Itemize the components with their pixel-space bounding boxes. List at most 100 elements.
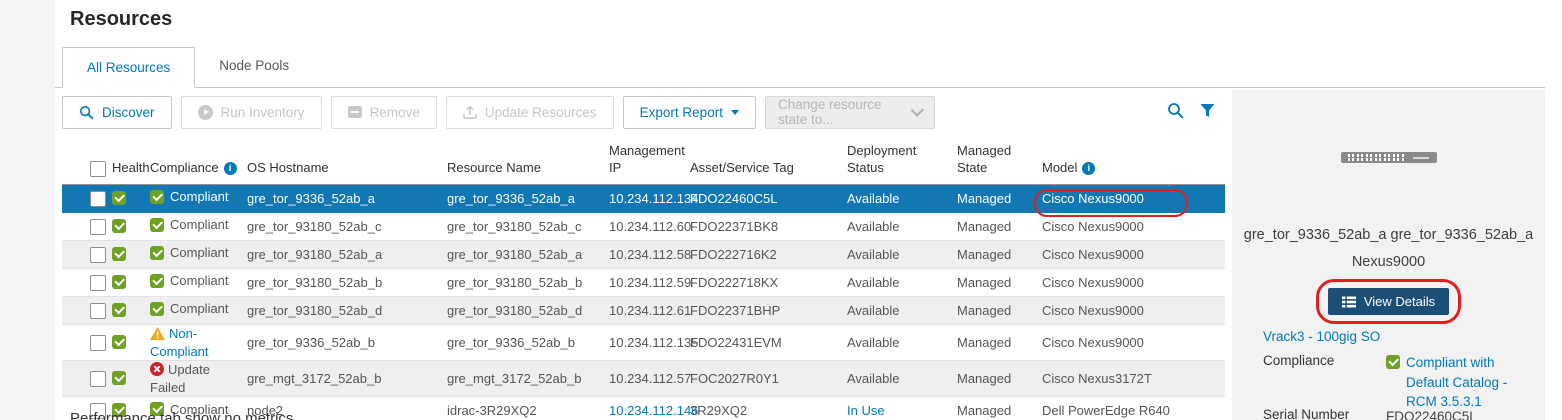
toolbar: Discover Run Inventory Remove Update Res… — [62, 95, 1225, 129]
page-title: Resources — [70, 8, 172, 31]
asset-tag-cell: 3R29XQ2 — [690, 402, 847, 420]
row-checkbox[interactable] — [90, 371, 106, 387]
info-icon[interactable]: i — [224, 162, 237, 175]
table-search-icon[interactable] — [1167, 102, 1184, 119]
row-checkbox[interactable] — [90, 219, 106, 235]
compliance-catalog-link[interactable]: Compliant with Default Catalog - RCM 3.5… — [1406, 353, 1541, 412]
update-resources-button[interactable]: Update Resources — [446, 96, 614, 129]
change-resource-state-select[interactable]: Change resource state to... — [765, 96, 935, 129]
row-checkbox-cell — [62, 247, 112, 263]
table-row[interactable]: Compliantgre_tor_93180_52ab_bgre_tor_931… — [62, 269, 1225, 297]
tab-all-resources[interactable]: All Resources — [62, 47, 195, 88]
table-header-row: HealthCompliance i OS HostnameResource Nam… — [62, 133, 1225, 185]
management-ip-cell: 10.234.112.59 — [609, 274, 690, 292]
management-ip-cell: 10.234.112.58 — [609, 246, 690, 264]
asset-tag-cell: FDO22371BHP — [690, 302, 847, 320]
left-gutter — [0, 0, 55, 420]
table-row[interactable]: Compliantgre_tor_9336_52ab_agre_tor_9336… — [62, 185, 1225, 213]
compliance-header[interactable]: Compliance i — [150, 159, 247, 177]
rack-link[interactable]: Vrack3 - 100gig SO — [1263, 329, 1380, 344]
managed-state-cell: Managed — [957, 334, 1042, 352]
resource-name-cell: gre_tor_93180_52ab_c — [447, 218, 609, 236]
managed-state-cell: Managed — [957, 370, 1042, 388]
table-row[interactable]: Compliantgre_tor_93180_52ab_cgre_tor_931… — [62, 213, 1225, 241]
table-row[interactable]: Compliantgre_tor_93180_52ab_dgre_tor_931… — [62, 297, 1225, 325]
hostname-header[interactable]: OS Hostname — [247, 159, 447, 177]
ip-header[interactable]: Management IP — [609, 142, 690, 177]
compliance-text: Compliant — [170, 188, 229, 206]
os-hostname-cell: gre_tor_93180_52ab_b — [247, 274, 447, 292]
compliance-text: Compliant — [170, 216, 229, 234]
info-icon[interactable]: i — [1082, 162, 1095, 175]
compliance-row: Compliance Compliant with Default Catalo… — [1263, 353, 1541, 412]
compliance-cell: Compliant — [150, 244, 247, 264]
health-ok-icon — [112, 303, 126, 317]
tag-header[interactable]: Asset/Service Tag — [690, 159, 847, 177]
deployment-status-cell: Available — [847, 246, 957, 264]
row-checkbox[interactable] — [90, 335, 106, 351]
health-cell — [112, 302, 150, 320]
deploy-header[interactable]: Deployment Status — [847, 142, 957, 177]
managed-state-cell: Managed — [957, 190, 1042, 208]
table-row[interactable]: Update Failedgre_mgt_3172_52ab_bgre_mgt_… — [62, 361, 1225, 397]
model-text: Cisco Nexus9000 — [1042, 303, 1144, 318]
deployment-status-cell-link[interactable]: In Use — [847, 403, 885, 418]
health-cell — [112, 218, 150, 236]
warning-triangle-icon — [150, 327, 165, 340]
management-ip-cell: 10.234.112.134 — [609, 190, 690, 208]
run-inventory-button[interactable]: Run Inventory — [181, 96, 322, 129]
asset-tag-cell: FDO222716K2 — [690, 246, 847, 264]
compliance-ok-icon — [150, 274, 164, 288]
tab-bar: All Resources Node Pools — [55, 46, 1545, 88]
management-ip-cell-link[interactable]: 10.234.112.146 — [609, 403, 698, 418]
compliance-header-label: Compliance — [150, 159, 219, 177]
row-checkbox[interactable] — [90, 303, 106, 319]
view-details-button[interactable]: View Details — [1328, 288, 1449, 315]
discover-button[interactable]: Discover — [62, 96, 172, 129]
detail-panel: gre_tor_9336_52ab_a gre_tor_9336_52ab_a … — [1232, 90, 1545, 420]
model-text: Dell PowerEdge R640 — [1042, 403, 1170, 418]
row-checkbox-cell — [62, 303, 112, 319]
deployment-status-cell: Available — [847, 190, 957, 208]
model-cell: Dell PowerEdge R640 — [1042, 402, 1225, 420]
table-row[interactable]: Compliantgre_tor_93180_52ab_agre_tor_931… — [62, 241, 1225, 269]
managed-state-cell: Managed — [957, 218, 1042, 236]
os-hostname-cell: gre_tor_93180_52ab_d — [247, 302, 447, 320]
serial-number-value: FDO22460C5L — [1386, 407, 1541, 420]
resource-header-label: Resource Name — [447, 159, 541, 177]
row-checkbox[interactable] — [90, 247, 106, 263]
health-ok-icon — [112, 371, 126, 385]
health-ok-icon — [112, 247, 126, 261]
management-ip-cell: 10.234.112.135 — [609, 334, 690, 352]
deployment-status-cell: Available — [847, 334, 957, 352]
export-report-button[interactable]: Export Report — [623, 96, 756, 129]
health-ok-icon — [112, 335, 126, 349]
os-hostname-cell: gre_mgt_3172_52ab_b — [247, 370, 447, 388]
management-ip-cell: 10.234.112.60 — [609, 218, 690, 236]
deployment-status-cell: Available — [847, 370, 957, 388]
row-checkbox[interactable] — [90, 275, 106, 291]
compliance-cell: Compliant — [150, 300, 247, 320]
os-hostname-cell: gre_tor_93180_52ab_a — [247, 246, 447, 264]
health-header[interactable]: Health — [112, 159, 150, 177]
row-checkbox[interactable] — [90, 191, 106, 207]
resource-name-cell: gre_tor_9336_52ab_b — [447, 334, 609, 352]
search-icon — [79, 105, 94, 120]
resource-header[interactable]: Resource Name — [447, 159, 609, 177]
tag-header-label: Asset/Service Tag — [690, 159, 794, 177]
compliance-label: Compliance — [1263, 353, 1386, 412]
deployment-status-cell: Available — [847, 302, 957, 320]
health-header-label: Health — [112, 159, 150, 177]
remove-button[interactable]: Remove — [331, 96, 437, 129]
managed-header[interactable]: Managed State — [957, 142, 1042, 177]
select-all-checkbox[interactable] — [90, 161, 106, 177]
compliant-check-icon — [1386, 355, 1400, 369]
table-row[interactable]: Non-Compliantgre_tor_9336_52ab_bgre_tor_… — [62, 325, 1225, 361]
model-cell: Cisco Nexus3172T — [1042, 370, 1225, 388]
resource-name-cell: gre_tor_93180_52ab_b — [447, 274, 609, 292]
management-ip-cell: 10.234.112.61 — [609, 302, 690, 320]
filter-icon[interactable] — [1200, 103, 1215, 118]
model-header[interactable]: Modeli — [1042, 159, 1225, 177]
model-text: Cisco Nexus9000 — [1042, 275, 1144, 290]
tab-node-pools[interactable]: Node Pools — [195, 46, 313, 87]
